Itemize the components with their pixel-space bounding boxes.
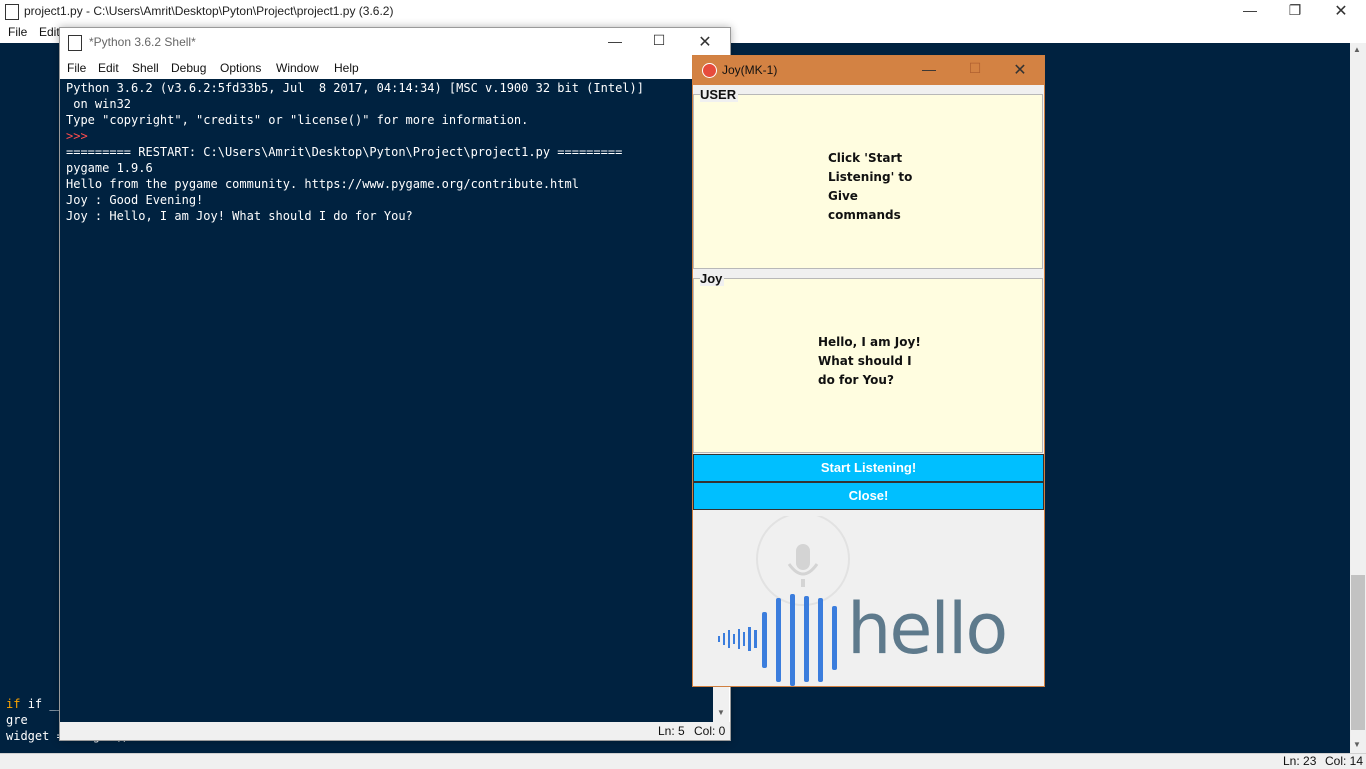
shell-line: Python 3.6.2 (v3.6.2:5fd33b5, Jul 8 2017…: [66, 81, 644, 95]
editor-close-icon[interactable]: ✕: [1318, 1, 1364, 21]
shell-statusbar: Ln: 5 Col: 0: [60, 722, 730, 740]
scroll-up-icon[interactable]: ▲: [1353, 45, 1361, 54]
editor-line-number: Ln: 23: [1283, 754, 1317, 768]
shell-window: *Python 3.6.2 Shell* — ☐ ✕ File Edit She…: [59, 27, 731, 741]
shell-scroll-down-icon[interactable]: ▼: [717, 708, 725, 717]
shell-line-number: Ln: 5: [658, 724, 685, 738]
editor-restore-icon[interactable]: ❐: [1272, 2, 1318, 19]
user-panel-label: USER: [700, 87, 739, 102]
shell-menu-file[interactable]: File: [67, 61, 86, 75]
shell-menu-help[interactable]: Help: [334, 61, 359, 75]
joy-maximize-icon: ☐: [968, 60, 982, 76]
joy-window: Joy(MK-1) — ☐ ✕ USER Click 'Start Listen…: [692, 55, 1045, 687]
scroll-down-icon[interactable]: ▼: [1353, 740, 1361, 749]
shell-menu-shell[interactable]: Shell: [132, 61, 159, 75]
close-button[interactable]: Close!: [693, 482, 1044, 510]
hello-logo-text: hello: [847, 588, 1008, 670]
shell-minimize-icon[interactable]: —: [592, 33, 638, 49]
shell-line: on win32: [66, 97, 132, 111]
joy-app-icon: [702, 63, 717, 78]
shell-prompt: >>>: [66, 129, 95, 143]
joy-panel-label: Joy: [700, 271, 725, 286]
microphone-icon: [787, 544, 819, 587]
shell-menu-window[interactable]: Window: [276, 61, 319, 75]
joy-window-title: Joy(MK-1): [722, 63, 778, 77]
shell-col-number: Col: 0: [694, 724, 726, 738]
start-listening-button[interactable]: Start Listening!: [693, 454, 1044, 482]
shell-output-area[interactable]: Python 3.6.2 (v3.6.2:5fd33b5, Jul 8 2017…: [60, 79, 713, 722]
editor-col-number: Col: 14: [1325, 754, 1364, 768]
editor-minimize-icon[interactable]: —: [1227, 2, 1273, 18]
shell-window-title: *Python 3.6.2 Shell*: [89, 35, 196, 49]
editor-menu-edit[interactable]: Edit: [39, 25, 60, 39]
python-file-icon: [5, 4, 19, 20]
shell-close-icon[interactable]: ✕: [682, 32, 728, 52]
shell-maximize-icon[interactable]: ☐: [636, 32, 682, 49]
joy-close-icon[interactable]: ✕: [997, 60, 1043, 80]
shell-line: Joy : Good Evening!: [66, 193, 204, 207]
editor-window-title: project1.py - C:\Users\Amrit\Desktop\Pyt…: [24, 4, 394, 18]
shell-line: ========= RESTART: C:\Users\Amrit\Deskto…: [66, 145, 623, 159]
joy-response-text: Hello, I am Joy! What should I do for Yo…: [818, 335, 921, 387]
shell-line: Type "copyright", "credits" or "license(…: [66, 113, 529, 127]
joy-minimize-icon[interactable]: —: [906, 61, 952, 77]
shell-line: Joy : Hello, I am Joy! What should I do …: [66, 209, 413, 223]
shell-app-icon: [68, 35, 82, 51]
editor-statusbar: [0, 753, 1366, 769]
sound-wave-icon: [718, 594, 837, 686]
user-instruction-text: Click 'Start Listening' to Give commands: [828, 151, 913, 222]
shell-line: Hello from the pygame community. https:/…: [66, 177, 579, 191]
shell-menu-options[interactable]: Options: [220, 61, 261, 75]
shell-menu-edit[interactable]: Edit: [98, 61, 119, 75]
shell-menubar: File Edit Shell Debug Options Window Hel…: [60, 58, 730, 78]
editor-menu-file[interactable]: File: [8, 25, 27, 39]
shell-line: pygame 1.9.6: [66, 161, 153, 175]
shell-menu-debug[interactable]: Debug: [171, 61, 206, 75]
code-line: gre: [6, 713, 28, 727]
editor-scroll-thumb[interactable]: [1351, 575, 1365, 730]
